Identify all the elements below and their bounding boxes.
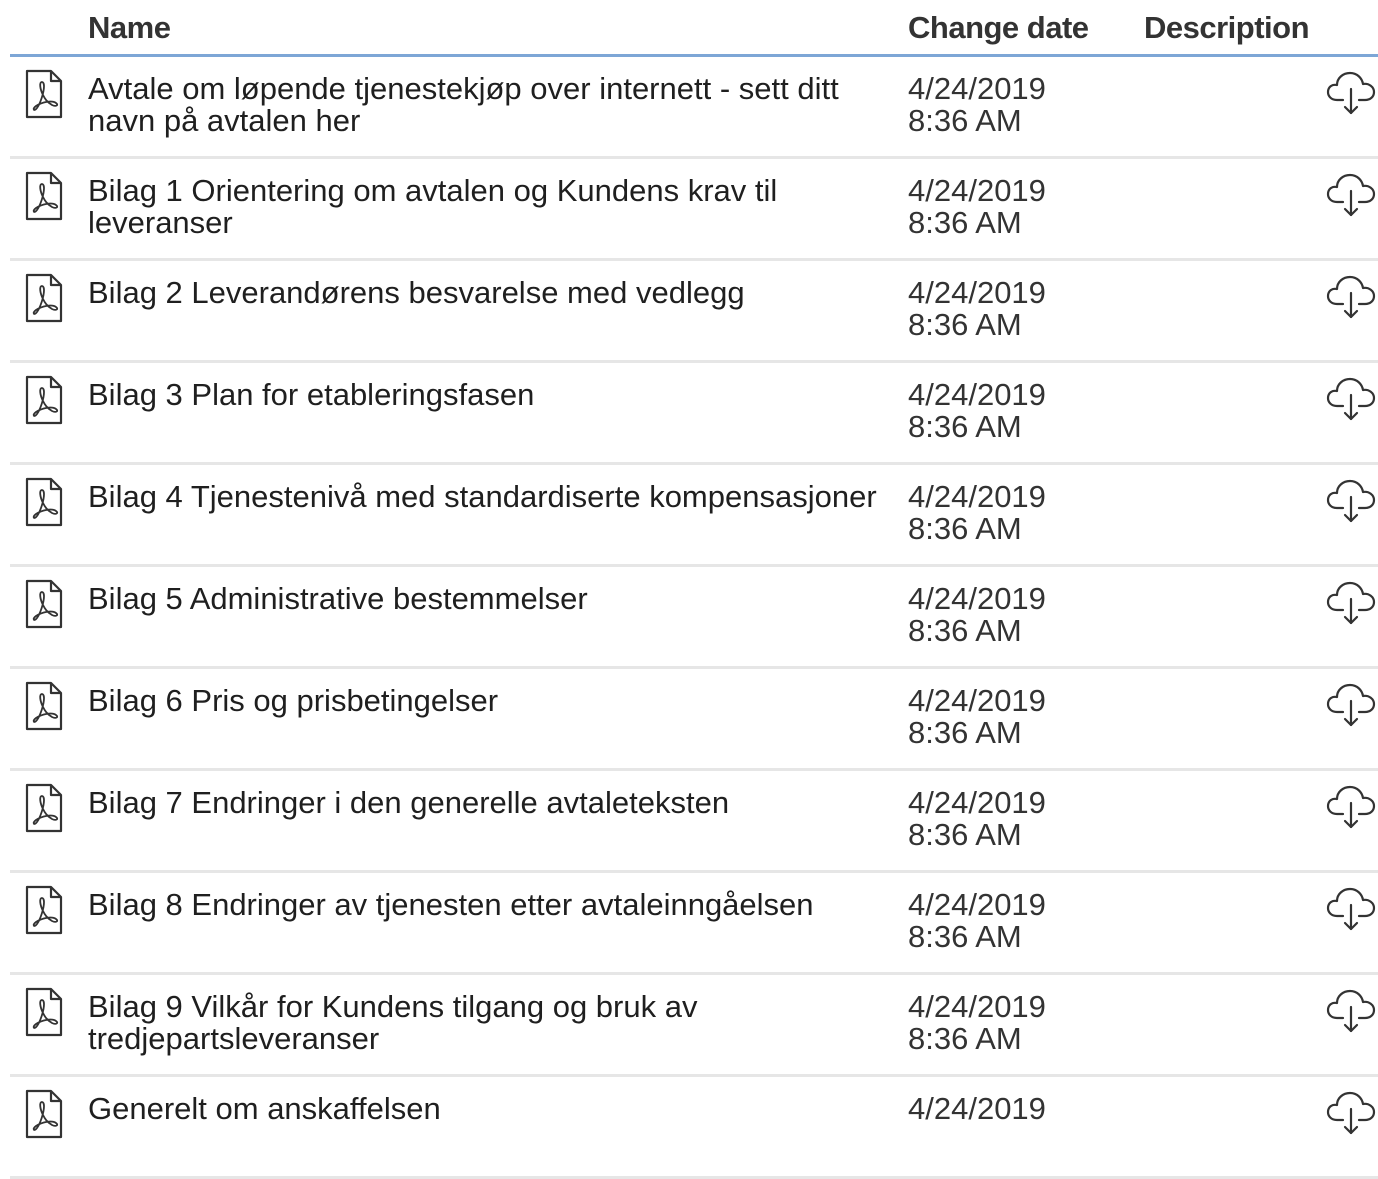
change-date-day: 4/24/2019 <box>908 173 1046 208</box>
change-date-time: 8:36 AM <box>908 817 1022 852</box>
cloud-download-icon[interactable] <box>1326 477 1376 525</box>
document-list: Name Change date Description Avtale om l… <box>10 0 1378 1179</box>
cloud-download-icon[interactable] <box>1326 1089 1376 1137</box>
pdf-file-icon <box>25 681 63 731</box>
list-item[interactable]: Bilag 6 Pris og prisbetingelser 4/24/201… <box>10 669 1378 771</box>
column-header-name[interactable]: Name <box>88 10 171 46</box>
list-item[interactable]: Bilag 1 Orientering om avtalen og Kunden… <box>10 159 1378 261</box>
document-name[interactable]: Bilag 7 Endringer i den generelle avtale… <box>88 787 878 819</box>
change-date: 4/24/2019 8:36 AM <box>908 787 1046 851</box>
change-date-time: 8:36 AM <box>908 613 1022 648</box>
list-item[interactable]: Bilag 9 Vilkår for Kundens tilgang og br… <box>10 975 1378 1077</box>
document-name[interactable]: Generelt om anskaffelsen <box>88 1093 878 1125</box>
change-date-time: 8:36 AM <box>908 205 1022 240</box>
change-date-day: 4/24/2019 <box>908 581 1046 616</box>
document-name[interactable]: Bilag 9 Vilkår for Kundens tilgang og br… <box>88 991 878 1055</box>
pdf-file-icon <box>25 885 63 935</box>
change-date: 4/24/2019 8:36 AM <box>908 889 1046 953</box>
change-date-day: 4/24/2019 <box>908 71 1046 106</box>
pdf-file-icon <box>25 273 63 323</box>
pdf-file-icon <box>25 171 63 221</box>
cloud-download-icon[interactable] <box>1326 681 1376 729</box>
change-date: 4/24/2019 <box>908 1093 1046 1125</box>
list-body: Avtale om løpende tjenestekjøp over inte… <box>10 57 1378 1179</box>
change-date-time: 8:36 AM <box>908 511 1022 546</box>
change-date-time: 8:36 AM <box>908 1021 1022 1056</box>
change-date-day: 4/24/2019 <box>908 683 1046 718</box>
change-date-day: 4/24/2019 <box>908 377 1046 412</box>
change-date: 4/24/2019 8:36 AM <box>908 583 1046 647</box>
change-date-time: 8:36 AM <box>908 307 1022 342</box>
change-date: 4/24/2019 8:36 AM <box>908 481 1046 545</box>
document-name[interactable]: Bilag 4 Tjenestenivå med standardiserte … <box>88 481 878 513</box>
document-name[interactable]: Avtale om løpende tjenestekjøp over inte… <box>88 73 878 137</box>
change-date-day: 4/24/2019 <box>908 275 1046 310</box>
pdf-file-icon <box>25 477 63 527</box>
change-date: 4/24/2019 8:36 AM <box>908 685 1046 749</box>
cloud-download-icon[interactable] <box>1326 783 1376 831</box>
pdf-file-icon <box>25 69 63 119</box>
list-item[interactable]: Bilag 8 Endringer av tjenesten etter avt… <box>10 873 1378 975</box>
column-header-change-date[interactable]: Change date <box>908 10 1089 46</box>
list-item[interactable]: Bilag 2 Leverandørens besvarelse med ved… <box>10 261 1378 363</box>
column-header-description[interactable]: Description <box>1144 10 1310 46</box>
change-date-day: 4/24/2019 <box>908 887 1046 922</box>
cloud-download-icon[interactable] <box>1326 171 1376 219</box>
cloud-download-icon[interactable] <box>1326 273 1376 321</box>
change-date: 4/24/2019 8:36 AM <box>908 73 1046 137</box>
list-item[interactable]: Generelt om anskaffelsen 4/24/2019 <box>10 1077 1378 1179</box>
list-item[interactable]: Avtale om løpende tjenestekjøp over inte… <box>10 57 1378 159</box>
pdf-file-icon <box>25 783 63 833</box>
document-name[interactable]: Bilag 8 Endringer av tjenesten etter avt… <box>88 889 878 921</box>
change-date-day: 4/24/2019 <box>908 479 1046 514</box>
list-item[interactable]: Bilag 7 Endringer i den generelle avtale… <box>10 771 1378 873</box>
change-date: 4/24/2019 8:36 AM <box>908 991 1046 1055</box>
cloud-download-icon[interactable] <box>1326 375 1376 423</box>
cloud-download-icon[interactable] <box>1326 69 1376 117</box>
cloud-download-icon[interactable] <box>1326 579 1376 627</box>
change-date-time: 8:36 AM <box>908 919 1022 954</box>
change-date-day: 4/24/2019 <box>908 989 1046 1024</box>
document-name[interactable]: Bilag 1 Orientering om avtalen og Kunden… <box>88 175 878 239</box>
change-date-day: 4/24/2019 <box>908 785 1046 820</box>
change-date-time: 8:36 AM <box>908 409 1022 444</box>
list-item[interactable]: Bilag 4 Tjenestenivå med standardiserte … <box>10 465 1378 567</box>
document-name[interactable]: Bilag 6 Pris og prisbetingelser <box>88 685 878 717</box>
list-item[interactable]: Bilag 3 Plan for etableringsfasen 4/24/2… <box>10 363 1378 465</box>
cloud-download-icon[interactable] <box>1326 885 1376 933</box>
list-item[interactable]: Bilag 5 Administrative bestemmelser 4/24… <box>10 567 1378 669</box>
pdf-file-icon <box>25 987 63 1037</box>
document-name[interactable]: Bilag 2 Leverandørens besvarelse med ved… <box>88 277 878 309</box>
list-header: Name Change date Description <box>10 0 1378 57</box>
pdf-file-icon <box>25 1089 63 1139</box>
pdf-file-icon <box>25 579 63 629</box>
change-date: 4/24/2019 8:36 AM <box>908 175 1046 239</box>
change-date-time: 8:36 AM <box>908 715 1022 750</box>
cloud-download-icon[interactable] <box>1326 987 1376 1035</box>
document-name[interactable]: Bilag 3 Plan for etableringsfasen <box>88 379 878 411</box>
pdf-file-icon <box>25 375 63 425</box>
change-date-day: 4/24/2019 <box>908 1091 1046 1126</box>
change-date-time: 8:36 AM <box>908 103 1022 138</box>
document-name[interactable]: Bilag 5 Administrative bestemmelser <box>88 583 878 615</box>
change-date: 4/24/2019 8:36 AM <box>908 379 1046 443</box>
change-date: 4/24/2019 8:36 AM <box>908 277 1046 341</box>
